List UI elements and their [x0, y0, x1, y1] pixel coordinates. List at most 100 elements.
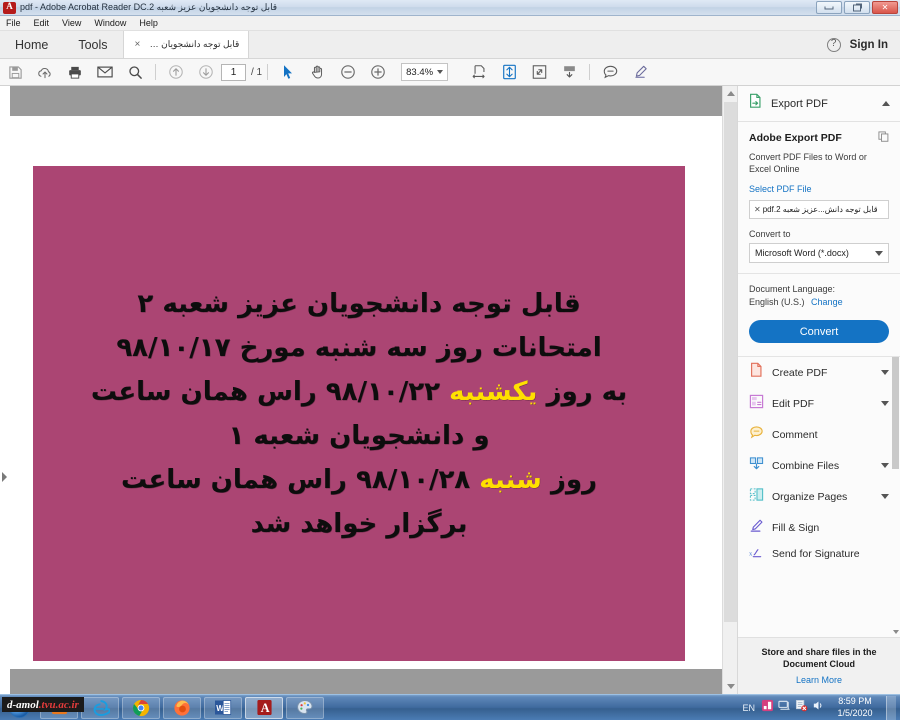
help-circle-icon[interactable]	[826, 37, 841, 52]
svg-text:A: A	[260, 701, 269, 715]
page-number-input[interactable]: 1	[221, 63, 246, 81]
adobe-export-pdf-heading: Adobe Export PDF	[749, 131, 889, 145]
chevron-up-icon[interactable]	[882, 101, 890, 106]
clock-time: 8:59 PM	[838, 695, 872, 706]
menu-file[interactable]: File	[5, 18, 22, 28]
svg-text:x: x	[749, 550, 753, 557]
fill-sign-icon	[749, 518, 764, 538]
document-language-block: Document Language: English (U.S.) Change	[738, 274, 900, 309]
select-tool-button[interactable]	[273, 59, 303, 86]
tool-create-pdf[interactable]: Create PDF	[738, 357, 900, 388]
convert-button[interactable]: Convert	[749, 320, 889, 344]
combine-files-icon	[749, 456, 764, 476]
tool-fill-and-sign[interactable]: Fill & Sign	[738, 512, 900, 543]
remove-file-icon[interactable]: ✕	[754, 205, 761, 214]
right-tools-panel: Export PDF Adobe Export PDF Convert PDF …	[737, 86, 900, 694]
fit-width-button[interactable]	[464, 59, 494, 86]
close-icon[interactable]: ×	[135, 39, 141, 50]
comment-icon	[749, 425, 764, 445]
copy-icon[interactable]	[878, 131, 889, 145]
menu-view[interactable]: View	[61, 18, 82, 28]
tool-send-for-signature-label: Send for Signature	[772, 548, 860, 561]
window-title: قابل توجه دانشجویان عزیز شعبه 2.pdf - Ad…	[20, 2, 278, 12]
tray-app-icon[interactable]	[761, 699, 774, 717]
toolbar-separator-2	[267, 64, 269, 80]
poster-text: روز	[541, 464, 597, 495]
menu-window[interactable]: Window	[93, 18, 127, 28]
taskbar-internet-explorer[interactable]	[81, 696, 119, 719]
tab-home[interactable]: Home	[0, 31, 63, 58]
minimize-button[interactable]	[816, 1, 842, 14]
taskbar-paint[interactable]	[286, 696, 324, 719]
tools-scroll-down-button[interactable]	[892, 628, 899, 636]
tool-send-for-signature[interactable]: x Send for Signature	[738, 543, 900, 565]
previous-page-button[interactable]	[161, 59, 191, 86]
zoom-out-button[interactable]	[333, 59, 363, 86]
tool-organize-pages[interactable]: Organize Pages	[738, 481, 900, 512]
action-center-icon[interactable]	[795, 699, 808, 717]
document-view[interactable]: قابل توجه دانشجویان عزیز شعبه ۲ امتحانات …	[0, 86, 737, 694]
tool-combine-files-label: Combine Files	[772, 459, 840, 472]
sign-in-button[interactable]: Sign In	[850, 39, 888, 51]
next-page-button[interactable]	[191, 59, 221, 86]
document-scrollbar[interactable]	[722, 86, 738, 694]
email-button[interactable]	[90, 59, 120, 86]
toolbar-separator-3	[589, 64, 591, 80]
chevron-down-icon[interactable]	[881, 370, 889, 376]
taskbar-firefox[interactable]	[163, 696, 201, 719]
select-pdf-file-link[interactable]: Select PDF File	[749, 184, 889, 194]
taskbar-clock[interactable]: 8:59 PM 1/5/2020	[830, 696, 880, 719]
close-button[interactable]: ✕	[872, 1, 898, 14]
maximize-button[interactable]	[844, 1, 870, 14]
tools-scrollbar-thumb[interactable]	[892, 357, 899, 470]
search-icon[interactable]	[120, 59, 150, 86]
convert-to-select[interactable]: Microsoft Word (*.docx)	[749, 243, 889, 264]
menu-help[interactable]: Help	[138, 18, 159, 28]
zoom-level-select[interactable]: 83.4%	[401, 63, 449, 81]
poster-text: به روز	[537, 376, 628, 407]
scroll-up-button[interactable]	[723, 86, 738, 101]
taskbar-acrobat-reader[interactable]: A	[245, 696, 283, 719]
left-panel-toggle[interactable]	[0, 466, 9, 488]
comment-icon[interactable]	[595, 59, 625, 86]
highlight-text-button[interactable]	[625, 59, 655, 86]
fit-page-button[interactable]	[494, 59, 524, 86]
show-desktop-button[interactable]	[886, 695, 896, 720]
taskbar-chrome[interactable]	[122, 696, 160, 719]
volume-icon[interactable]	[812, 699, 824, 717]
network-icon[interactable]	[778, 699, 791, 717]
tab-tools[interactable]: Tools	[63, 31, 122, 58]
tab-document[interactable]: × قابل توجه دانشجویان عز...	[122, 31, 250, 58]
save-to-cloud-button[interactable]	[30, 59, 60, 86]
tool-combine-files[interactable]: Combine Files	[738, 450, 900, 481]
poster-text: قابل توجه دانشجویان عزیز شعبه ۲	[137, 288, 581, 319]
zoom-to-page-level-button[interactable]	[524, 59, 554, 86]
poster-text: ۹۸/۱۰/۲۲ راس همان ساعت	[90, 376, 450, 407]
tool-comment[interactable]: Comment	[738, 419, 900, 450]
save-button[interactable]	[0, 59, 30, 86]
export-pdf-title: Export PDF	[771, 97, 828, 110]
scroll-down-button[interactable]	[723, 679, 738, 694]
menu-bar: File Edit View Window Help	[0, 16, 900, 31]
tool-edit-pdf[interactable]: Edit PDF	[738, 388, 900, 419]
poster-text: برگزار خواهد شد	[250, 508, 468, 539]
zoom-in-button[interactable]	[363, 59, 393, 86]
chevron-down-icon[interactable]	[881, 401, 889, 407]
document-cloud-footer: Store and share files in the Document Cl…	[738, 636, 900, 694]
taskbar-word[interactable]: W	[204, 696, 242, 719]
change-language-link[interactable]: Change	[811, 297, 843, 307]
scroll-mode-button[interactable]	[554, 59, 584, 86]
tools-list-scrollbar[interactable]	[891, 357, 899, 636]
chevron-down-icon[interactable]	[881, 494, 889, 500]
selected-file-chip[interactable]: قابل توجه دانش...عزیز شعبه 2.pdf ✕	[749, 200, 889, 220]
language-indicator[interactable]: EN	[742, 703, 755, 713]
hand-tool-button[interactable]	[303, 59, 333, 86]
export-pdf-header[interactable]: Export PDF	[738, 86, 900, 122]
chevron-down-icon[interactable]	[881, 463, 889, 469]
menu-edit[interactable]: Edit	[33, 18, 51, 28]
print-button[interactable]	[60, 59, 90, 86]
poster-line-5: روز شنبه ۹۸/۱۰/۲۸ راس همان ساعت	[121, 458, 597, 502]
learn-more-link[interactable]: Learn More	[748, 675, 890, 685]
scrollbar-thumb[interactable]	[724, 102, 737, 622]
poster-line-2: امتحانات روز سه شنبه مورخ ۹۸/۱۰/۱۷	[116, 326, 601, 370]
